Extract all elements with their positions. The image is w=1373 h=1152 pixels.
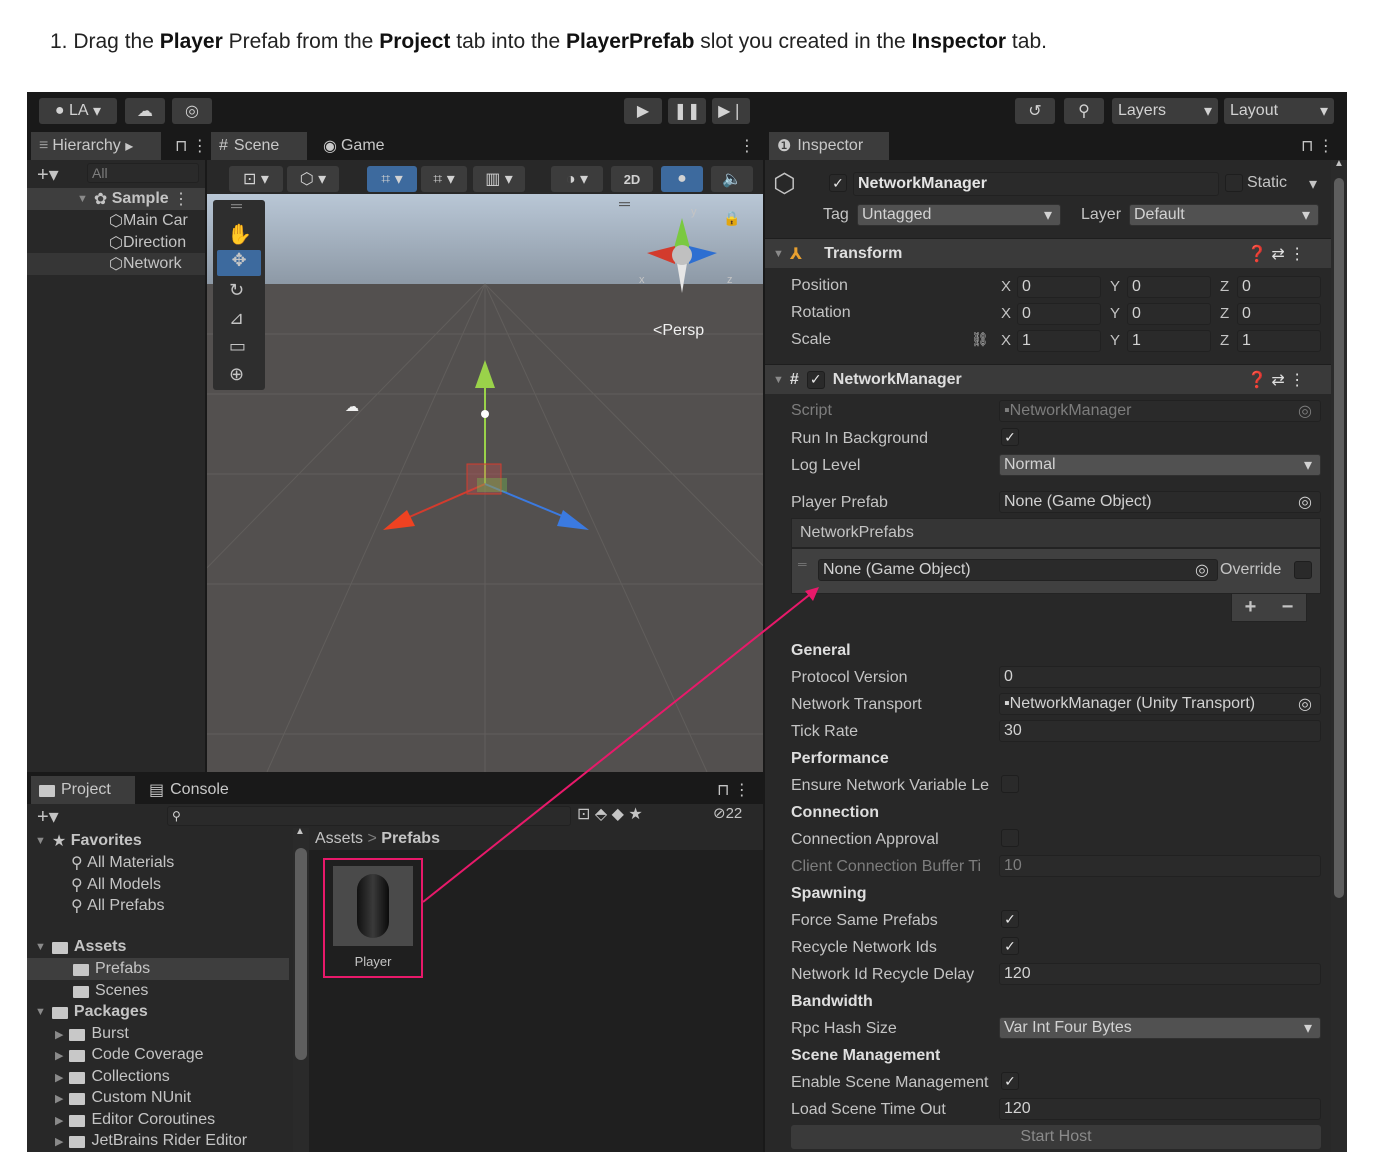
instruction-text: 1. Drag the Player Prefab from the Proje… <box>50 30 1047 53</box>
drag-arrow <box>422 587 819 903</box>
unity-editor-window: ● LA ▾ ☁ ◎ ▶ ❚❚ ▶❘ ↺ ⚲ Layers ▾ Layout ▾ ≡… <box>27 92 1347 1152</box>
